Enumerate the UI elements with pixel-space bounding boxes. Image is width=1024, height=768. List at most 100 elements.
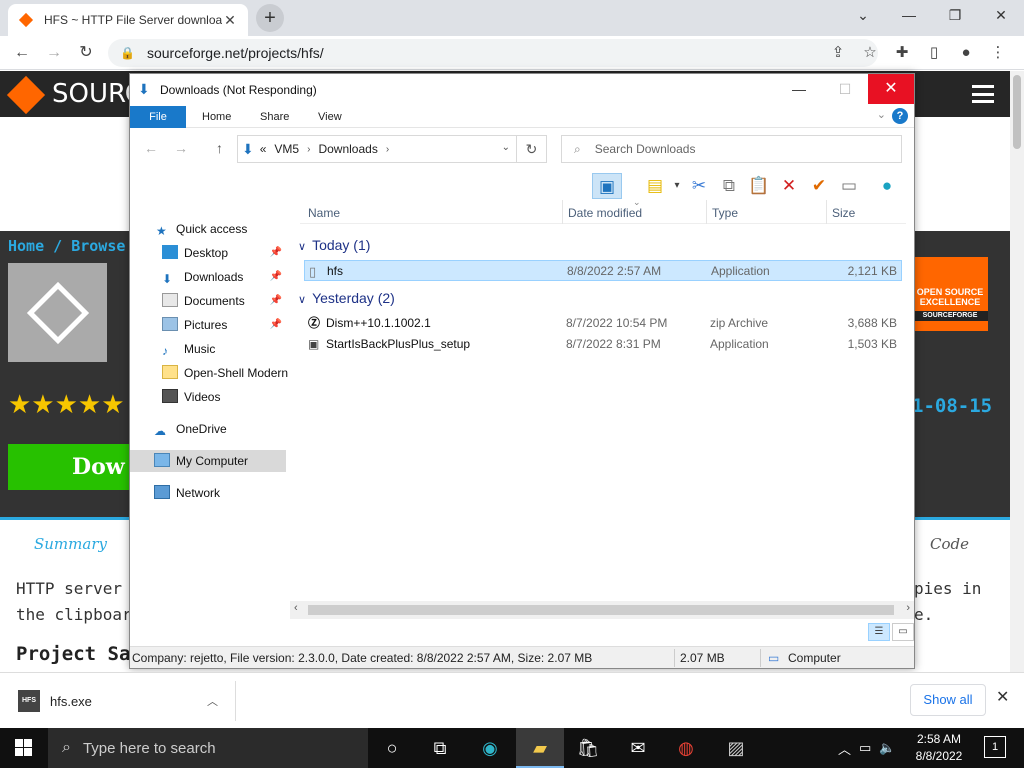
explorer-minimize-button[interactable]: —: [776, 74, 822, 104]
file-row-hfs[interactable]: ▯ hfs 8/8/2022 2:57 AM Application 2,121…: [304, 260, 902, 281]
browser-minimize-button[interactable]: —: [886, 0, 932, 32]
sf-download-button[interactable]: Dow: [8, 444, 138, 490]
tab-summary[interactable]: Summary: [34, 535, 107, 553]
column-name[interactable]: Name: [308, 206, 340, 220]
new-tab-button[interactable]: +: [256, 4, 284, 32]
large-icons-view-icon[interactable]: ▭: [892, 623, 914, 641]
scroll-left-icon[interactable]: ‹: [294, 602, 298, 614]
extensions-icon[interactable]: ✚: [886, 41, 918, 65]
nav-desktop[interactable]: Desktop 📌: [130, 242, 286, 264]
file-row-startisback[interactable]: ▣ StartIsBackPlusPlus_setup 8/7/2022 8:3…: [304, 334, 902, 355]
horizontal-scrollbar[interactable]: ‹ ›: [290, 601, 914, 619]
reload-button[interactable]: ↻: [74, 41, 98, 65]
help-icon[interactable]: ?: [892, 108, 908, 124]
start-button[interactable]: [0, 728, 48, 768]
nav-onedrive[interactable]: ☁ OneDrive: [130, 418, 286, 440]
chrome-icon[interactable]: ◍: [662, 728, 710, 768]
sf-breadcrumb[interactable]: Home / Browse: [8, 237, 125, 255]
system-clock[interactable]: 2:58 AM 8/8/2022: [910, 731, 968, 765]
address-dropdown-icon[interactable]: ⌄: [502, 142, 510, 153]
pin-icon[interactable]: 📌: [270, 314, 282, 336]
hamburger-menu-icon[interactable]: [972, 85, 994, 103]
ribbon-expand-icon[interactable]: ⌄: [877, 108, 886, 121]
cut-icon[interactable]: ✂: [684, 173, 714, 199]
downloads-bar-close-icon[interactable]: ✕: [996, 687, 1009, 707]
new-folder-dropdown-icon[interactable]: ▾: [670, 173, 684, 199]
explorer-back-icon[interactable]: ←: [144, 140, 158, 156]
explorer-up-icon[interactable]: ↑: [216, 140, 223, 156]
explorer-search-input[interactable]: ⌕ Search Downloads: [561, 135, 902, 163]
menu-icon[interactable]: ⋮: [982, 41, 1014, 65]
store-icon[interactable]: 🛍: [564, 728, 612, 768]
taskbar-search-input[interactable]: ⌕ Type here to search: [48, 728, 368, 768]
mail-icon[interactable]: ✉: [614, 728, 662, 768]
address-bar[interactable]: 🔒 sourceforge.net/projects/hfs/: [108, 39, 878, 67]
copy-icon[interactable]: ⧉: [714, 173, 744, 199]
show-all-button[interactable]: Show all: [910, 684, 986, 716]
nav-downloads[interactable]: ⬇ Downloads 📌: [130, 266, 286, 288]
pin-icon[interactable]: 📌: [270, 266, 282, 288]
pin-icon[interactable]: 📌: [270, 290, 282, 312]
browser-tab[interactable]: HFS ~ HTTP File Server download ✕: [8, 4, 248, 36]
bookmark-star-icon[interactable]: ☆: [854, 41, 886, 65]
download-item[interactable]: HFS hfs.exe ︿: [12, 685, 234, 717]
crumb-separator-icon[interactable]: ›: [386, 144, 389, 155]
tray-chevron-icon[interactable]: ︿: [838, 739, 851, 758]
page-scrollbar[interactable]: [1010, 71, 1024, 679]
pin-icon[interactable]: 📌: [270, 242, 282, 264]
properties-icon[interactable]: ▭: [834, 173, 864, 199]
details-view-icon[interactable]: ☰: [868, 623, 890, 641]
page-scrollbar-thumb[interactable]: [1013, 75, 1021, 149]
internet-globe-icon[interactable]: ●: [872, 173, 902, 199]
sf-logo-icon[interactable]: [6, 75, 46, 115]
nav-pictures[interactable]: Pictures 📌: [130, 314, 286, 336]
crumb-vm5[interactable]: VM5: [274, 142, 299, 156]
ribbon-tab-view[interactable]: View: [308, 106, 352, 128]
column-size[interactable]: Size: [832, 206, 855, 220]
hfs-app-icon[interactable]: ▨: [712, 728, 760, 768]
new-folder-icon[interactable]: ▤: [640, 173, 670, 199]
crumb-separator-icon[interactable]: ›: [307, 144, 310, 155]
browser-close-button[interactable]: ✕: [978, 0, 1024, 32]
refresh-icon[interactable]: ↻: [516, 136, 546, 162]
crumb-downloads[interactable]: Downloads: [318, 142, 377, 156]
tab-code[interactable]: Code: [930, 535, 969, 553]
edge-browser-icon[interactable]: ◉: [466, 728, 514, 768]
nav-music[interactable]: ♪ Music: [130, 338, 286, 360]
browser-restore-button[interactable]: ❐: [932, 0, 978, 32]
profile-icon[interactable]: ●: [950, 41, 982, 65]
group-header-yesterday[interactable]: ∨ Yesterday (2): [298, 287, 912, 309]
paste-icon[interactable]: 📋: [744, 173, 774, 199]
download-options-chevron-icon[interactable]: ︿: [207, 693, 218, 709]
address-prefix[interactable]: «: [260, 142, 267, 156]
rename-check-icon[interactable]: ✔: [804, 173, 834, 199]
nav-my-computer[interactable]: My Computer: [130, 450, 286, 472]
delete-icon[interactable]: ✕: [774, 173, 804, 199]
task-view-icon[interactable]: ⧉: [416, 728, 464, 768]
group-header-today[interactable]: ∨ Today (1): [298, 234, 912, 256]
sidebar-icon[interactable]: ▯: [918, 41, 950, 65]
scroll-right-icon[interactable]: ›: [906, 602, 910, 614]
column-type[interactable]: Type: [712, 206, 738, 220]
explorer-address-bar[interactable]: ⬇ « VM5 › Downloads › ⌄ ↻: [237, 135, 547, 163]
cortana-icon[interactable]: ○: [368, 728, 416, 768]
forward-button[interactable]: →: [42, 41, 66, 65]
nav-videos[interactable]: Videos: [130, 386, 286, 408]
notifications-icon[interactable]: 1: [984, 736, 1006, 758]
nav-open-shell[interactable]: Open-Shell Modern: [130, 362, 288, 384]
explorer-close-button[interactable]: ✕: [868, 74, 914, 104]
column-date-modified[interactable]: Date modified: [568, 206, 642, 220]
nav-network[interactable]: Network: [130, 482, 286, 504]
explorer-maximize-button[interactable]: ☐: [822, 74, 868, 104]
nav-documents[interactable]: Documents 📌: [130, 290, 286, 312]
browser-expand-icon[interactable]: ⌄: [840, 0, 886, 32]
back-button[interactable]: ←: [10, 41, 34, 65]
file-row-dism[interactable]: Ⓩ Dism++10.1.1002.1 8/7/2022 10:54 PM zi…: [304, 313, 902, 334]
explorer-titlebar[interactable]: ⬇ Downloads (Not Responding) — ☐ ✕: [130, 74, 914, 104]
nav-quick-access[interactable]: ★ Quick access: [130, 218, 286, 240]
tab-close-icon[interactable]: ✕: [222, 12, 238, 29]
ribbon-tab-file[interactable]: File: [130, 106, 186, 128]
ribbon-tab-home[interactable]: Home: [192, 106, 241, 128]
preview-pane-icon[interactable]: ▣: [592, 173, 622, 199]
volume-icon[interactable]: 🔈: [879, 740, 895, 756]
